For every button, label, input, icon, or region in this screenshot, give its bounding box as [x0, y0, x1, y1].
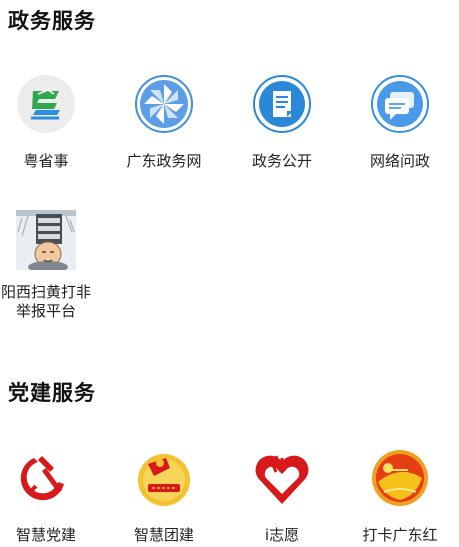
tile-label: 粤省事 — [23, 152, 69, 170]
tile-label: 政务公开 — [251, 152, 312, 170]
youth-league-badge-icon — [134, 448, 194, 508]
section-title-government-services: 政务服务 — [8, 9, 96, 33]
section-title-party-services: 党建服务 — [8, 381, 96, 405]
tile-online-inquiry[interactable]: 网络问政 — [342, 74, 458, 171]
tile-i-volunteer[interactable]: i志愿 — [224, 448, 340, 545]
report-platform-image — [16, 210, 76, 270]
tile-label: i志愿 — [264, 526, 300, 544]
tile-smart-party-building[interactable]: 智慧党建 — [0, 448, 104, 545]
yue-sheng-shi-logo-icon — [16, 74, 76, 134]
tile-report-platform[interactable]: 阳西扫黄打非举报平台 — [0, 210, 104, 321]
tile-checkin-guangdong-red[interactable]: 打卡广东红 — [342, 448, 458, 545]
document-icon — [252, 74, 312, 134]
tile-label: 智慧党建 — [15, 526, 76, 544]
chat-bubbles-icon — [370, 74, 430, 134]
tile-yue-sheng-shi[interactable]: 粤省事 — [0, 74, 104, 171]
tile-label: 广东政务网 — [126, 152, 202, 170]
tile-label: 打卡广东红 — [362, 526, 438, 544]
tile-smart-youth-league[interactable]: 智慧团建 — [106, 448, 222, 545]
tile-label: 智慧团建 — [133, 526, 194, 544]
heart-hand-icon — [252, 448, 312, 508]
guangdong-red-badge-icon — [370, 448, 430, 508]
hammer-sickle-icon — [16, 448, 76, 508]
tile-label: 网络问政 — [369, 152, 430, 170]
tile-label: 阳西扫黄打非举报平台 — [0, 283, 91, 320]
tile-guangdong-gov-net[interactable]: 广东政务网 — [106, 74, 222, 171]
pinwheel-icon — [134, 74, 194, 134]
tile-gov-affairs-open[interactable]: 政务公开 — [224, 74, 340, 171]
